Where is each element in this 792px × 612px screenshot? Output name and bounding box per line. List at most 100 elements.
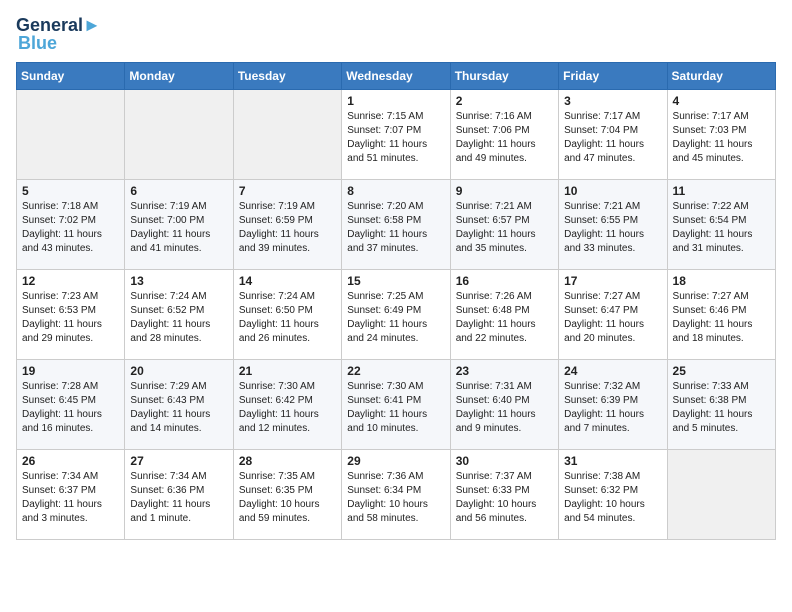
day-number: 24 — [564, 364, 661, 378]
calendar-cell — [667, 450, 775, 540]
sun-info: Sunrise: 7:27 AM Sunset: 6:46 PM Dayligh… — [673, 290, 770, 346]
day-number: 6 — [130, 184, 227, 198]
calendar-cell: 26 Sunrise: 7:34 AM Sunset: 6:37 PM Dayl… — [17, 450, 125, 540]
calendar-header-row: SundayMondayTuesdayWednesdayThursdayFrid… — [17, 63, 776, 90]
day-number: 23 — [456, 364, 553, 378]
logo-blue: Blue — [18, 34, 57, 52]
sun-info: Sunrise: 7:17 AM Sunset: 7:03 PM Dayligh… — [673, 110, 770, 166]
sun-info: Sunrise: 7:24 AM Sunset: 6:50 PM Dayligh… — [239, 290, 336, 346]
day-number: 4 — [673, 94, 770, 108]
calendar-cell: 29 Sunrise: 7:36 AM Sunset: 6:34 PM Dayl… — [342, 450, 450, 540]
calendar-cell: 17 Sunrise: 7:27 AM Sunset: 6:47 PM Dayl… — [559, 270, 667, 360]
sun-info: Sunrise: 7:35 AM Sunset: 6:35 PM Dayligh… — [239, 470, 336, 526]
sun-info: Sunrise: 7:25 AM Sunset: 6:49 PM Dayligh… — [347, 290, 444, 346]
day-header-wednesday: Wednesday — [342, 63, 450, 90]
calendar-cell: 6 Sunrise: 7:19 AM Sunset: 7:00 PM Dayli… — [125, 180, 233, 270]
sun-info: Sunrise: 7:17 AM Sunset: 7:04 PM Dayligh… — [564, 110, 661, 166]
sun-info: Sunrise: 7:19 AM Sunset: 7:00 PM Dayligh… — [130, 200, 227, 256]
calendar-cell: 12 Sunrise: 7:23 AM Sunset: 6:53 PM Dayl… — [17, 270, 125, 360]
day-number: 25 — [673, 364, 770, 378]
sun-info: Sunrise: 7:23 AM Sunset: 6:53 PM Dayligh… — [22, 290, 119, 346]
calendar-cell: 28 Sunrise: 7:35 AM Sunset: 6:35 PM Dayl… — [233, 450, 341, 540]
day-header-thursday: Thursday — [450, 63, 558, 90]
sun-info: Sunrise: 7:34 AM Sunset: 6:36 PM Dayligh… — [130, 470, 227, 526]
day-number: 31 — [564, 454, 661, 468]
day-number: 19 — [22, 364, 119, 378]
day-number: 15 — [347, 274, 444, 288]
day-header-sunday: Sunday — [17, 63, 125, 90]
sun-info: Sunrise: 7:20 AM Sunset: 6:58 PM Dayligh… — [347, 200, 444, 256]
day-number: 2 — [456, 94, 553, 108]
calendar-cell: 20 Sunrise: 7:29 AM Sunset: 6:43 PM Dayl… — [125, 360, 233, 450]
day-number: 17 — [564, 274, 661, 288]
day-header-saturday: Saturday — [667, 63, 775, 90]
logo-text: General► — [16, 16, 101, 34]
sun-info: Sunrise: 7:28 AM Sunset: 6:45 PM Dayligh… — [22, 380, 119, 436]
day-number: 18 — [673, 274, 770, 288]
day-number: 29 — [347, 454, 444, 468]
calendar-cell: 27 Sunrise: 7:34 AM Sunset: 6:36 PM Dayl… — [125, 450, 233, 540]
sun-info: Sunrise: 7:36 AM Sunset: 6:34 PM Dayligh… — [347, 470, 444, 526]
day-number: 8 — [347, 184, 444, 198]
sun-info: Sunrise: 7:30 AM Sunset: 6:41 PM Dayligh… — [347, 380, 444, 436]
day-number: 21 — [239, 364, 336, 378]
day-number: 11 — [673, 184, 770, 198]
day-header-tuesday: Tuesday — [233, 63, 341, 90]
sun-info: Sunrise: 7:37 AM Sunset: 6:33 PM Dayligh… — [456, 470, 553, 526]
calendar-cell: 15 Sunrise: 7:25 AM Sunset: 6:49 PM Dayl… — [342, 270, 450, 360]
sun-info: Sunrise: 7:16 AM Sunset: 7:06 PM Dayligh… — [456, 110, 553, 166]
calendar-cell: 13 Sunrise: 7:24 AM Sunset: 6:52 PM Dayl… — [125, 270, 233, 360]
calendar-cell: 16 Sunrise: 7:26 AM Sunset: 6:48 PM Dayl… — [450, 270, 558, 360]
calendar-cell — [233, 90, 341, 180]
logo: General► Blue — [16, 16, 101, 52]
calendar-cell: 25 Sunrise: 7:33 AM Sunset: 6:38 PM Dayl… — [667, 360, 775, 450]
calendar-week-3: 12 Sunrise: 7:23 AM Sunset: 6:53 PM Dayl… — [17, 270, 776, 360]
calendar-cell: 11 Sunrise: 7:22 AM Sunset: 6:54 PM Dayl… — [667, 180, 775, 270]
calendar-cell: 1 Sunrise: 7:15 AM Sunset: 7:07 PM Dayli… — [342, 90, 450, 180]
calendar-cell: 31 Sunrise: 7:38 AM Sunset: 6:32 PM Dayl… — [559, 450, 667, 540]
sun-info: Sunrise: 7:22 AM Sunset: 6:54 PM Dayligh… — [673, 200, 770, 256]
day-number: 12 — [22, 274, 119, 288]
sun-info: Sunrise: 7:27 AM Sunset: 6:47 PM Dayligh… — [564, 290, 661, 346]
sun-info: Sunrise: 7:29 AM Sunset: 6:43 PM Dayligh… — [130, 380, 227, 436]
sun-info: Sunrise: 7:32 AM Sunset: 6:39 PM Dayligh… — [564, 380, 661, 436]
calendar-cell: 5 Sunrise: 7:18 AM Sunset: 7:02 PM Dayli… — [17, 180, 125, 270]
sun-info: Sunrise: 7:38 AM Sunset: 6:32 PM Dayligh… — [564, 470, 661, 526]
calendar-table: SundayMondayTuesdayWednesdayThursdayFrid… — [16, 62, 776, 540]
calendar-cell: 10 Sunrise: 7:21 AM Sunset: 6:55 PM Dayl… — [559, 180, 667, 270]
day-number: 9 — [456, 184, 553, 198]
calendar-week-5: 26 Sunrise: 7:34 AM Sunset: 6:37 PM Dayl… — [17, 450, 776, 540]
sun-info: Sunrise: 7:24 AM Sunset: 6:52 PM Dayligh… — [130, 290, 227, 346]
sun-info: Sunrise: 7:33 AM Sunset: 6:38 PM Dayligh… — [673, 380, 770, 436]
day-number: 28 — [239, 454, 336, 468]
day-number: 27 — [130, 454, 227, 468]
day-number: 30 — [456, 454, 553, 468]
sun-info: Sunrise: 7:21 AM Sunset: 6:57 PM Dayligh… — [456, 200, 553, 256]
calendar-week-1: 1 Sunrise: 7:15 AM Sunset: 7:07 PM Dayli… — [17, 90, 776, 180]
calendar-cell: 14 Sunrise: 7:24 AM Sunset: 6:50 PM Dayl… — [233, 270, 341, 360]
day-number: 10 — [564, 184, 661, 198]
calendar-cell: 4 Sunrise: 7:17 AM Sunset: 7:03 PM Dayli… — [667, 90, 775, 180]
calendar-cell: 24 Sunrise: 7:32 AM Sunset: 6:39 PM Dayl… — [559, 360, 667, 450]
sun-info: Sunrise: 7:19 AM Sunset: 6:59 PM Dayligh… — [239, 200, 336, 256]
day-number: 5 — [22, 184, 119, 198]
calendar-cell: 23 Sunrise: 7:31 AM Sunset: 6:40 PM Dayl… — [450, 360, 558, 450]
calendar-cell: 7 Sunrise: 7:19 AM Sunset: 6:59 PM Dayli… — [233, 180, 341, 270]
sun-info: Sunrise: 7:18 AM Sunset: 7:02 PM Dayligh… — [22, 200, 119, 256]
calendar-cell: 2 Sunrise: 7:16 AM Sunset: 7:06 PM Dayli… — [450, 90, 558, 180]
calendar-week-2: 5 Sunrise: 7:18 AM Sunset: 7:02 PM Dayli… — [17, 180, 776, 270]
day-number: 7 — [239, 184, 336, 198]
day-number: 20 — [130, 364, 227, 378]
page-header: General► Blue — [16, 16, 776, 52]
calendar-cell — [17, 90, 125, 180]
calendar-cell: 9 Sunrise: 7:21 AM Sunset: 6:57 PM Dayli… — [450, 180, 558, 270]
calendar-cell: 21 Sunrise: 7:30 AM Sunset: 6:42 PM Dayl… — [233, 360, 341, 450]
calendar-cell: 3 Sunrise: 7:17 AM Sunset: 7:04 PM Dayli… — [559, 90, 667, 180]
sun-info: Sunrise: 7:30 AM Sunset: 6:42 PM Dayligh… — [239, 380, 336, 436]
calendar-cell: 30 Sunrise: 7:37 AM Sunset: 6:33 PM Dayl… — [450, 450, 558, 540]
day-number: 3 — [564, 94, 661, 108]
day-number: 14 — [239, 274, 336, 288]
day-number: 22 — [347, 364, 444, 378]
calendar-cell: 8 Sunrise: 7:20 AM Sunset: 6:58 PM Dayli… — [342, 180, 450, 270]
sun-info: Sunrise: 7:34 AM Sunset: 6:37 PM Dayligh… — [22, 470, 119, 526]
